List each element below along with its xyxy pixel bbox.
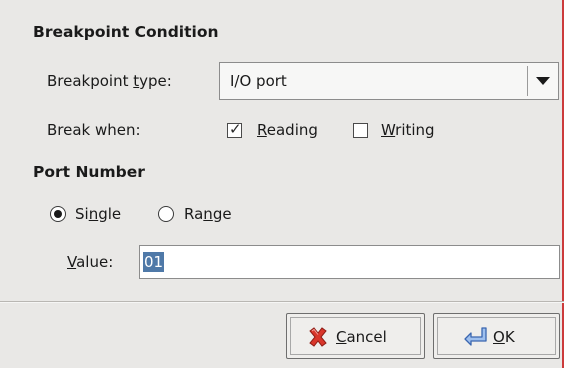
ok-return-arrow-icon bbox=[464, 327, 487, 346]
breakpoint-type-combobox[interactable]: I/O port bbox=[219, 62, 559, 100]
cancel-x-icon bbox=[309, 327, 327, 347]
breakpoint-condition-dialog: Breakpoint Condition Breakpoint type: I/… bbox=[0, 0, 564, 368]
cancel-label: Cancel bbox=[336, 328, 387, 346]
range-radio[interactable] bbox=[158, 206, 174, 222]
reading-checkbox[interactable]: ✓ bbox=[227, 120, 242, 138]
value-label: Value: bbox=[67, 253, 114, 271]
button-area-divider bbox=[0, 301, 564, 303]
ok-button[interactable]: OK bbox=[433, 313, 560, 359]
radio-selected-dot bbox=[54, 210, 62, 218]
port-number-title: Port Number bbox=[33, 163, 145, 181]
cancel-button[interactable]: Cancel bbox=[286, 313, 425, 359]
single-radio[interactable] bbox=[50, 206, 66, 222]
combobox-separator bbox=[527, 66, 528, 96]
dropdown-arrow-icon[interactable] bbox=[536, 77, 550, 85]
break-when-label: Break when: bbox=[47, 121, 141, 139]
single-label[interactable]: Single bbox=[75, 205, 121, 223]
breakpoint-type-value: I/O port bbox=[230, 72, 287, 90]
writing-label[interactable]: Writing bbox=[381, 121, 435, 139]
port-value-input[interactable]: 01 bbox=[139, 245, 560, 279]
port-value-selected-text: 01 bbox=[143, 252, 165, 272]
range-label[interactable]: Range bbox=[184, 205, 232, 223]
reading-label[interactable]: Reading bbox=[257, 121, 318, 139]
checkmark-icon: ✓ bbox=[229, 120, 242, 138]
breakpoint-type-label: Breakpoint type: bbox=[47, 72, 172, 90]
ok-label: OK bbox=[493, 328, 515, 346]
breakpoint-condition-title: Breakpoint Condition bbox=[33, 23, 219, 41]
writing-checkbox[interactable] bbox=[353, 123, 368, 138]
